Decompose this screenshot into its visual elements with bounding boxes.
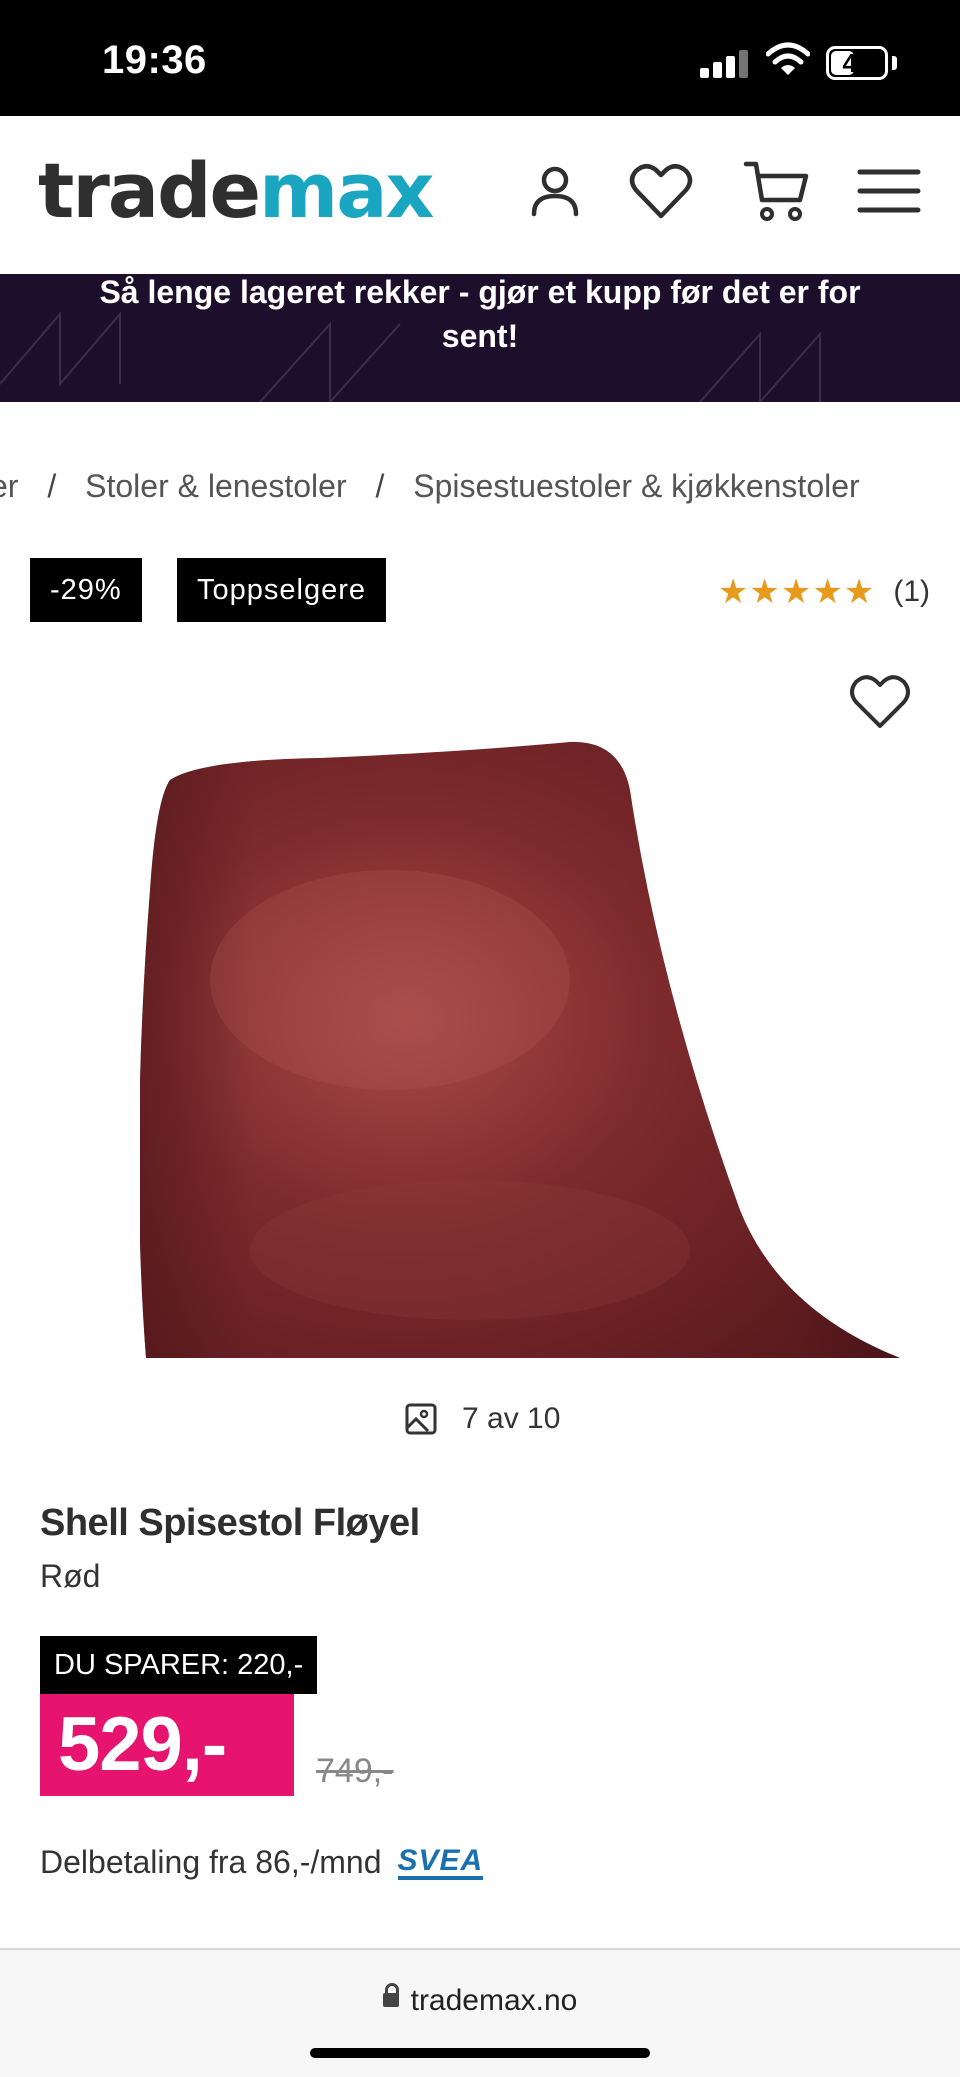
product-image[interactable] — [138, 730, 910, 1358]
installment-info[interactable]: Delbetaling fra 86,-/mnd SVEA — [40, 1844, 484, 1881]
lock-icon — [382, 1983, 399, 2008]
logo-part-trade: trade — [38, 146, 261, 235]
home-indicator[interactable] — [310, 2048, 650, 2058]
breadcrumb-item[interactable]: er — [0, 468, 18, 504]
logo-part-max: max — [259, 146, 434, 235]
promo-banner-text: Så lenge lageret rekker - gjør et kupp f… — [99, 274, 861, 354]
menu-icon[interactable] — [854, 156, 924, 226]
status-bar: 19:36 48 — [0, 0, 960, 116]
gallery-icon — [405, 1403, 437, 1435]
breadcrumb-item[interactable]: Spisestuestoler & kjøkkenstoler — [413, 468, 859, 504]
browser-address-bar[interactable]: trademax.no — [0, 1948, 960, 2077]
current-price: 529,- — [40, 1694, 294, 1796]
svea-logo: SVEA — [397, 1845, 484, 1880]
status-time: 19:36 — [102, 38, 207, 82]
cart-icon[interactable] — [742, 156, 812, 226]
product-variant: Rød — [40, 1558, 101, 1594]
savings-tag: DU SPARER: 220,- — [40, 1636, 318, 1694]
cellular-signal-icon — [700, 48, 750, 78]
breadcrumb-separator: / — [375, 468, 385, 504]
battery-icon: 48 — [826, 46, 888, 80]
url-display[interactable]: trademax.no — [0, 1983, 960, 2018]
user-icon[interactable] — [520, 156, 590, 226]
site-header: trademax — [0, 116, 960, 274]
rating[interactable]: ★★★★★ (1) — [718, 572, 930, 612]
wifi-icon — [765, 42, 811, 78]
bestseller-badge: Toppselgere — [177, 558, 386, 622]
trademax-logo[interactable]: trademax — [38, 146, 435, 235]
star-rating-icons: ★★★★★ — [717, 573, 876, 611]
image-counter: 7 av 10 — [404, 1402, 560, 1436]
original-price: 749,- — [316, 1752, 394, 1790]
promo-banner[interactable]: Så lenge lageret rekker - gjør et kupp f… — [0, 274, 960, 402]
review-count: (1) — [893, 575, 930, 608]
product-title: Shell Spisestol Fløyel — [40, 1502, 420, 1544]
wishlist-heart-icon[interactable] — [846, 670, 914, 732]
heart-icon[interactable] — [626, 156, 696, 226]
discount-badge: -29% — [30, 558, 142, 622]
battery-level: 48 — [842, 48, 872, 78]
breadcrumb: er / Stoler & lenestoler / Spisestuestol… — [0, 468, 860, 505]
installment-text: Delbetaling fra 86,-/mnd — [40, 1844, 382, 1880]
breadcrumb-item[interactable]: Stoler & lenestoler — [85, 468, 346, 504]
battery-cap — [892, 56, 897, 70]
url-text: trademax.no — [410, 1984, 578, 2017]
breadcrumb-separator: / — [47, 468, 57, 504]
image-counter-text: 7 av 10 — [462, 1402, 561, 1435]
